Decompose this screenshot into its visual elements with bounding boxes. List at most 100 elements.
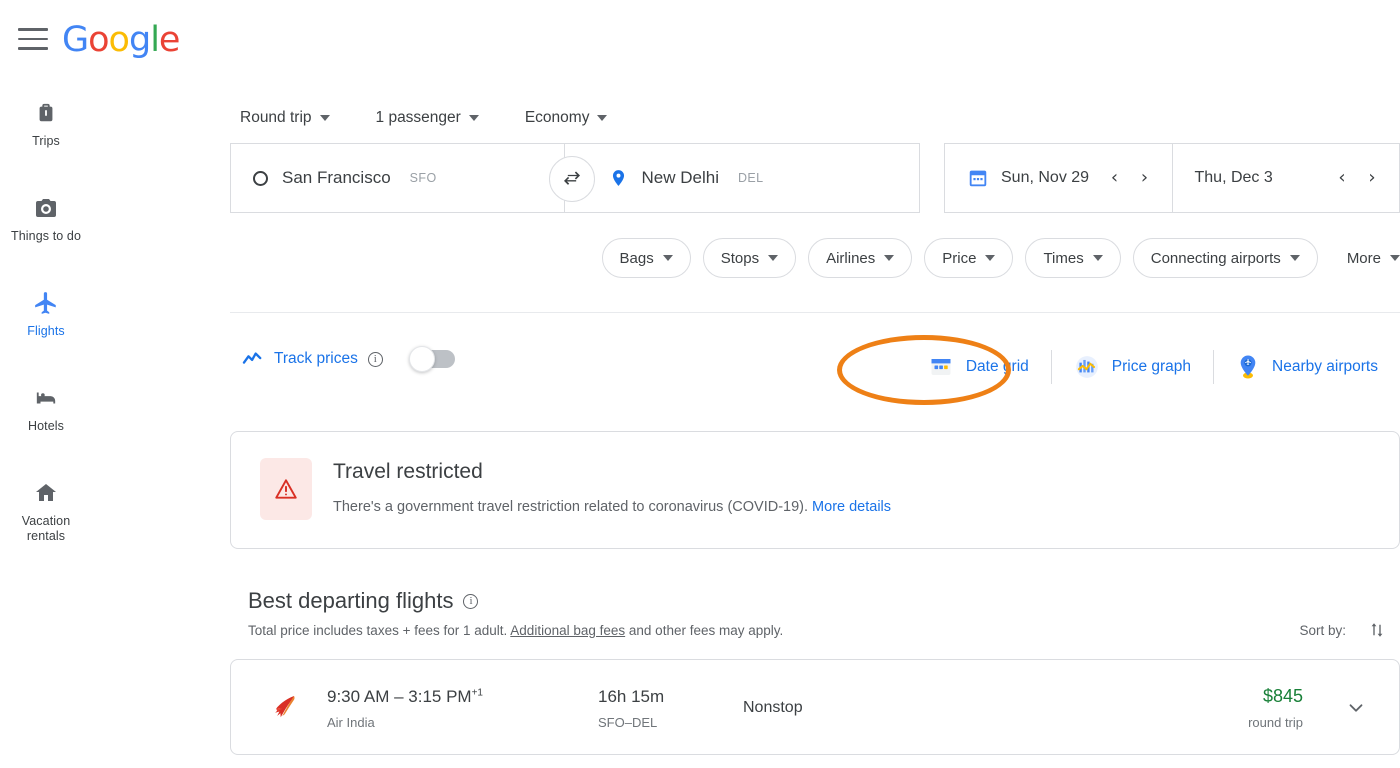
expand-flight-button[interactable]	[1339, 697, 1373, 719]
return-date-input[interactable]: Thu, Dec 3 ‹ ›	[1171, 144, 1400, 212]
hamburger-menu-icon[interactable]	[18, 26, 48, 52]
results-subtitle-after: and other fees may apply.	[628, 623, 784, 638]
sidebar-item-things-to-do[interactable]: Things to do	[0, 183, 92, 250]
chevron-down-icon	[597, 115, 608, 121]
depart-prev-day-button[interactable]: ‹	[1102, 165, 1128, 191]
nearby-airports-button[interactable]: Nearby airports	[1214, 346, 1400, 388]
depart-date-value: Sun, Nov 29	[1001, 169, 1090, 186]
google-logo[interactable]: Google	[62, 20, 180, 60]
flight-result-card[interactable]: 9:30 AM – 3:15 PM+1 Air India 16h 15m SF…	[230, 659, 1400, 755]
filter-chip-times[interactable]: Times	[1025, 238, 1121, 278]
origin-circle-icon	[253, 170, 268, 186]
return-next-day-button[interactable]: ›	[1359, 165, 1385, 191]
sidebar-item-label: Hotels	[27, 419, 65, 433]
chevron-down-icon	[1390, 255, 1400, 261]
more-details-link[interactable]: More details	[812, 499, 891, 515]
filter-chip-bags[interactable]: Bags	[601, 238, 691, 278]
travel-restricted-text: There's a government travel restriction …	[333, 499, 809, 515]
sidebar-item-trips[interactable]: Trips	[0, 88, 92, 155]
travel-restricted-body: There's a government travel restriction …	[333, 499, 891, 515]
passengers-select[interactable]: 1 passenger	[366, 103, 489, 133]
nearby-airports-pin-icon	[1240, 355, 1256, 379]
flight-price-note: round trip	[1248, 715, 1303, 730]
additional-bag-fees-link[interactable]: Additional bag fees	[510, 623, 625, 638]
dates-field-group: Sun, Nov 29 ‹ › Thu, Dec 3 ‹ ›	[944, 143, 1400, 213]
chevron-down-icon	[319, 115, 330, 121]
origin-code: SFO	[409, 171, 437, 185]
travel-restricted-card: Travel restricted There's a government t…	[230, 431, 1400, 549]
trip-type-select[interactable]: Round trip	[230, 103, 340, 133]
track-prices-toggle[interactable]	[408, 346, 455, 372]
filter-chip-price[interactable]: Price	[924, 238, 1014, 278]
filter-chip-label: Times	[1043, 249, 1084, 267]
trend-line-icon	[242, 352, 262, 364]
bed-icon	[32, 383, 60, 413]
flight-price-cell: $845 round trip	[1043, 686, 1339, 730]
filter-chip-label: More	[1346, 249, 1381, 267]
sidebar-item-label: Trips	[32, 134, 60, 148]
places-field-group: San Francisco SFO New Delhi DEL	[230, 143, 920, 213]
tools-row: Track prices i Date grid Price graph Nea…	[230, 340, 1400, 398]
sort-by-control[interactable]: Sort by:	[1299, 620, 1386, 640]
flight-price: $845	[1262, 686, 1303, 706]
filter-chip-label: Airlines	[826, 249, 876, 267]
chevron-down-icon	[985, 255, 996, 261]
sidebar-item-hotels[interactable]: Hotels	[0, 373, 92, 440]
google-flights-page: Google Trips Things to do Flights Hotels…	[0, 0, 1400, 768]
sidebar-nav: Trips Things to do Flights Hotels Vacati…	[0, 88, 92, 578]
flight-day-offset: +1	[471, 686, 483, 698]
passengers-label: 1 passenger	[375, 109, 461, 126]
sort-arrows-icon	[1371, 623, 1383, 637]
filter-chip-connecting-airports[interactable]: Connecting airports	[1132, 238, 1318, 278]
sidebar-item-label: Vacation rentals	[21, 514, 71, 543]
origin-input[interactable]: San Francisco SFO	[231, 144, 564, 212]
bag-icon	[35, 98, 57, 128]
origin-city: San Francisco	[282, 168, 391, 187]
chevron-down-icon	[468, 115, 479, 121]
destination-input[interactable]: New Delhi DEL	[563, 144, 920, 212]
depart-date-input[interactable]: Sun, Nov 29 ‹ ›	[945, 144, 1172, 212]
sidebar-item-label: Things to do	[11, 229, 81, 243]
filter-chip-stops[interactable]: Stops	[702, 238, 797, 278]
toggle-knob	[408, 346, 435, 372]
date-grid-icon	[931, 359, 951, 375]
filter-chips-row: Bags Stops Airlines Price Times Connecti…	[230, 236, 1400, 280]
chevron-down-icon	[1349, 704, 1363, 712]
flight-duration-cell: 16h 15m SFO–DEL	[598, 687, 743, 730]
destination-city: New Delhi	[641, 168, 719, 187]
flight-stops-cell: Nonstop	[743, 699, 1043, 717]
flight-times: 9:30 AM – 3:15 PM+1	[327, 687, 598, 707]
page-title: Best departing flights i	[248, 588, 783, 614]
airplane-icon	[32, 288, 60, 318]
cabin-class-select[interactable]: Economy	[515, 103, 618, 133]
chevron-down-icon	[1092, 255, 1103, 261]
return-date-value: Thu, Dec 3	[1194, 169, 1273, 186]
info-icon[interactable]: i	[367, 351, 383, 367]
cabin-class-label: Economy	[524, 109, 590, 126]
warning-triangle-icon	[260, 458, 312, 520]
filter-chip-airlines[interactable]: Airlines	[808, 238, 913, 278]
track-prices-control[interactable]: Track prices i	[242, 346, 455, 372]
swap-arrows-icon	[564, 171, 580, 185]
info-icon[interactable]: i	[463, 593, 479, 609]
price-graph-button[interactable]: Price graph	[1052, 346, 1213, 388]
table-row[interactable]: 9:30 AM – 3:15 PM+1 Air India 16h 15m SF…	[231, 660, 1399, 756]
chevron-down-icon	[768, 255, 779, 261]
swap-airports-button[interactable]	[549, 156, 595, 202]
date-grid-button[interactable]: Date grid	[906, 347, 1051, 387]
divider	[230, 312, 1400, 313]
sidebar-item-flights[interactable]: Flights	[0, 278, 92, 345]
filter-chip-more[interactable]: More	[1329, 238, 1400, 278]
sidebar-item-vacation-rentals[interactable]: Vacation rentals	[0, 468, 92, 550]
flight-times-text: 9:30 AM – 3:15 PM	[327, 686, 472, 706]
depart-next-day-button[interactable]: ›	[1132, 165, 1158, 191]
nearby-airports-label: Nearby airports	[1272, 358, 1378, 375]
sort-by-label: Sort by:	[1299, 622, 1346, 638]
tool-links: Date grid Price graph Nearby airports	[906, 346, 1400, 388]
top-bar: Google	[0, 0, 1400, 78]
price-graph-icon	[1075, 356, 1098, 378]
trip-type-label: Round trip	[240, 109, 312, 126]
return-prev-day-button[interactable]: ‹	[1329, 165, 1355, 191]
results-header: Best departing flights i Total price inc…	[248, 588, 783, 638]
destination-pin-icon	[612, 170, 624, 186]
